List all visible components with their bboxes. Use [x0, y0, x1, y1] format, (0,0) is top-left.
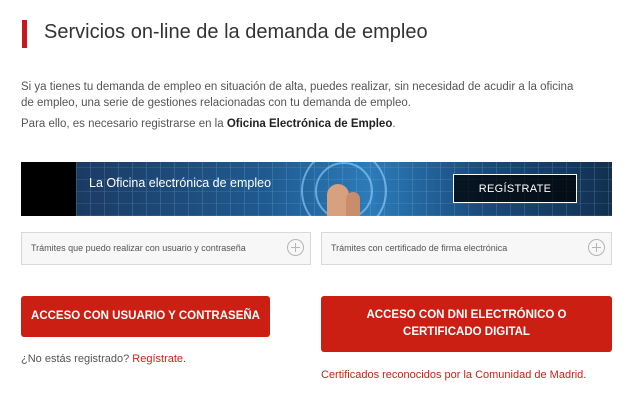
- accordion-user-password-procedures[interactable]: Trámites que puedo realizar con usuario …: [21, 232, 311, 265]
- intro-register-suffix: .: [392, 118, 396, 130]
- banner-text: La Oficina electrónica de empleo: [89, 176, 272, 190]
- accordion-label: Trámites que puedo realizar con usuario …: [31, 243, 246, 253]
- oficina-electronica-name: Oficina Electrónica de Empleo: [226, 118, 393, 130]
- not-registered-text: ¿No estás registrado?: [21, 353, 130, 365]
- access-dni-certificate-button[interactable]: ACCESO CON DNI ELECTRÓNICO O CERTIFICADO…: [321, 296, 612, 352]
- accordion-label: Trámites con certificado de firma electr…: [331, 243, 508, 253]
- certificates-link[interactable]: Certificados reconocidos por la Comunida…: [321, 367, 591, 383]
- banner-register-button[interactable]: REGÍSTRATE: [453, 174, 577, 203]
- intro-register-paragraph: Para ello, es necesario registrarse en l…: [21, 116, 581, 132]
- oficina-electronica-banner: La Oficina electrónica de empleo REGÍSTR…: [21, 162, 612, 216]
- intro-register-prefix: Para ello, es necesario registrarse en l…: [21, 118, 227, 130]
- access-user-password-button[interactable]: ACCESO CON USUARIO Y CONTRASEÑA: [21, 296, 270, 337]
- register-link[interactable]: Regístrate.: [132, 353, 186, 365]
- accordion-certificate-procedures[interactable]: Trámites con certificado de firma electr…: [321, 232, 612, 265]
- not-registered-line: ¿No estás registrado? Regístrate.: [21, 351, 186, 367]
- page-title: Servicios on-line de la demanda de emple…: [44, 21, 428, 43]
- plus-circle-icon[interactable]: [287, 239, 304, 256]
- title-accent-bar: [22, 20, 27, 48]
- intro-paragraph: Si ya tienes tu demanda de empleo en sit…: [21, 81, 574, 109]
- plus-circle-icon[interactable]: [588, 239, 605, 256]
